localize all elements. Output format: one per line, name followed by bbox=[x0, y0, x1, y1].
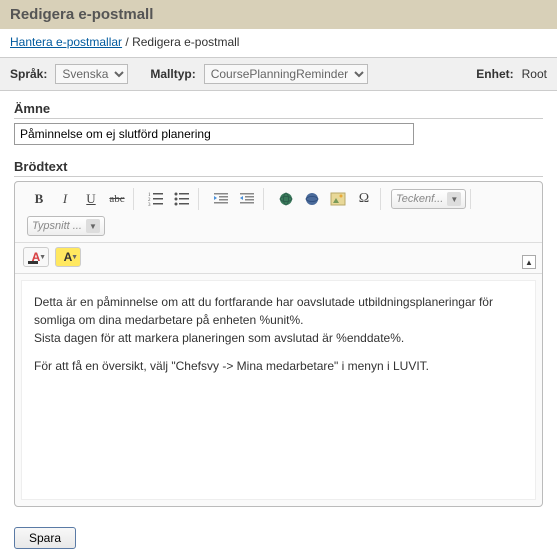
editor-toolbar-row1: B I U abc 123 bbox=[15, 182, 542, 243]
body-paragraph: Detta är en påminnelse om att du fortfar… bbox=[34, 293, 523, 329]
breadcrumb-current: Redigera e-postmall bbox=[132, 35, 239, 49]
expand-toolbar-button[interactable]: ▲ bbox=[522, 255, 536, 269]
outdent-icon bbox=[213, 191, 229, 207]
unordered-list-icon bbox=[174, 191, 190, 207]
background-color-button[interactable]: A ▼ bbox=[55, 247, 81, 267]
filter-bar: Språk: Svenska Malltyp: CoursePlanningRe… bbox=[0, 57, 557, 91]
image-button[interactable] bbox=[326, 188, 350, 210]
chevron-down-icon: ▼ bbox=[447, 192, 461, 206]
font-family-select[interactable]: Teckenf... ▼ bbox=[391, 189, 466, 209]
chevron-down-icon: ▼ bbox=[39, 254, 46, 261]
actions-row: Spara bbox=[0, 517, 557, 559]
ordered-list-button[interactable]: 123 bbox=[144, 188, 168, 210]
body-paragraph: För att få en översikt, välj "Chefsvy ->… bbox=[34, 357, 523, 375]
page-header: Redigera e-postmall bbox=[0, 0, 557, 29]
template-type-select[interactable]: CoursePlanningReminder bbox=[204, 64, 368, 84]
indent-icon bbox=[239, 191, 255, 207]
ordered-list-icon: 123 bbox=[148, 191, 164, 207]
unit-label: Enhet: bbox=[476, 67, 513, 81]
template-type-label: Malltyp: bbox=[150, 67, 195, 81]
image-icon bbox=[330, 191, 346, 207]
content: Ämne Brödtext B I U abc 123 bbox=[0, 91, 557, 517]
unit-value: Root bbox=[522, 67, 547, 81]
save-button[interactable]: Spara bbox=[14, 527, 76, 549]
underline-button[interactable]: U bbox=[79, 188, 103, 210]
body-label: Brödtext bbox=[14, 159, 543, 177]
editor-body[interactable]: Detta är en påminnelse om att du fortfar… bbox=[21, 280, 536, 500]
chevron-down-icon: ▼ bbox=[71, 254, 78, 261]
rich-text-editor: B I U abc 123 bbox=[14, 181, 543, 507]
breadcrumb: Hantera e-postmallar / Redigera e-postma… bbox=[0, 29, 557, 55]
page-title: Redigera e-postmall bbox=[10, 6, 153, 23]
subject-label: Ämne bbox=[14, 101, 543, 119]
text-color-button[interactable]: A ▼ bbox=[23, 247, 49, 267]
editor-toolbar-row2: A ▼ A ▼ ▲ bbox=[15, 243, 542, 274]
svg-text:3: 3 bbox=[148, 203, 151, 207]
bold-button[interactable]: B bbox=[27, 188, 51, 210]
strikethrough-button[interactable]: abc bbox=[105, 188, 129, 210]
link-button[interactable] bbox=[274, 188, 298, 210]
body-paragraph: Sista dagen för att markera planeringen … bbox=[34, 329, 523, 347]
special-char-button[interactable]: Ω bbox=[352, 188, 376, 210]
italic-button[interactable]: I bbox=[53, 188, 77, 210]
outdent-button[interactable] bbox=[209, 188, 233, 210]
indent-button[interactable] bbox=[235, 188, 259, 210]
unlink-icon bbox=[304, 191, 320, 207]
language-select[interactable]: Svenska bbox=[55, 64, 128, 84]
unlink-button[interactable] bbox=[300, 188, 324, 210]
language-label: Språk: bbox=[10, 67, 47, 81]
font-size-select[interactable]: Typsnitt ... ▼ bbox=[27, 216, 105, 236]
link-icon bbox=[278, 191, 294, 207]
subject-input[interactable] bbox=[14, 123, 414, 145]
breadcrumb-link-manage[interactable]: Hantera e-postmallar bbox=[10, 35, 122, 49]
chevron-down-icon: ▼ bbox=[86, 219, 100, 233]
unordered-list-button[interactable] bbox=[170, 188, 194, 210]
